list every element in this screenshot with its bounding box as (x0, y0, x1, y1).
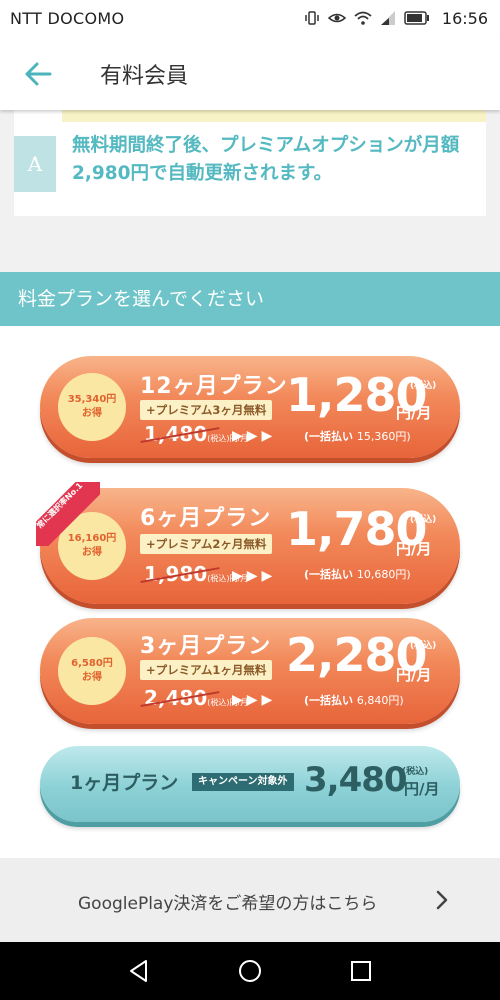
lump-label: (一括払い (304, 430, 354, 443)
recents-square-icon[interactable] (348, 958, 374, 984)
status-bar: NTT DOCOMO 16:56 (0, 0, 500, 36)
app-bar: 有料会員 (0, 36, 500, 110)
notice-card: A 無料期間終了後、プレミアムオプションが月額2,980円で自動更新されます。 (14, 110, 486, 216)
notice-strip (62, 110, 486, 122)
lump-sum: (一括払い 15,360円) (304, 428, 411, 444)
plan-bonus: +プレミアム3ヶ月無料 (140, 400, 273, 420)
plan-name: 12ヶ月プラン (140, 374, 288, 399)
battery-icon (404, 11, 429, 25)
lump-value: 15,360円) (356, 430, 411, 443)
lump-value: 6,840円) (356, 694, 404, 707)
plan-name: 6ヶ月プラン (140, 506, 272, 531)
badge-label: お得 (82, 672, 102, 683)
lump-label: (一括払い (304, 568, 354, 581)
plan-bonus: +プレミアム1ヶ月無料 (140, 660, 273, 680)
arrows-icon: ▶▶▶ (232, 568, 277, 584)
home-circle-icon[interactable] (237, 958, 263, 984)
price-unit: 円/月 (404, 780, 440, 798)
plan-name: 3ヶ月プラン (140, 634, 272, 659)
price-unit: 円/月 (396, 666, 432, 684)
price-unit: 円/月 (396, 540, 432, 558)
section-header: 料金プランを選んでください (0, 272, 500, 326)
campaign-excluded-tag: キャンペーン対象外 (192, 773, 294, 791)
status-icons: 16:56 (304, 9, 488, 28)
eye-icon (327, 13, 346, 23)
carrier-name: NTT DOCOMO (10, 8, 125, 28)
lump-sum: (一括払い 6,840円) (304, 692, 404, 708)
savings-badge: 35,340円 お得 (62, 377, 122, 437)
google-play-text: GooglePlay決済をご希望の方はこちら (78, 894, 378, 914)
arrows-icon: ▶▶▶ (232, 692, 277, 708)
popular-ribbon: 常に選択率No.1 (36, 482, 100, 546)
plan-bonus: +プレミアム2ヶ月無料 (140, 534, 273, 554)
tax-label: (税込) (410, 515, 437, 525)
back-triangle-icon[interactable] (126, 958, 152, 984)
arrows-icon: ▶▶▶ (232, 428, 277, 444)
notice-text: 無料期間終了後、プレミアムオプションが月額2,980円で自動更新されます。 (72, 135, 460, 184)
badge-amount: 6,580円 (71, 658, 113, 669)
vibrate-icon (305, 11, 319, 25)
plan-1-month-button[interactable]: 1ヶ月プラン キャンペーン対象外 3,480 (税込) 円/月 (40, 746, 460, 822)
plan-6-month-button[interactable]: 16,160円 お得 6ヶ月プラン +プレミアム2ヶ月無料 1,980(税込)円… (40, 488, 460, 604)
google-play-link[interactable]: GooglePlay決済をご希望の方はこちら (0, 858, 500, 942)
lump-sum: (一括払い 10,680円) (304, 566, 411, 582)
tax-label: (税込) (402, 767, 429, 777)
navigation-bar (0, 942, 500, 1000)
savings-badge: 6,580円 お得 (62, 641, 122, 701)
badge-label: お得 (82, 408, 102, 419)
back-arrow-icon[interactable] (20, 56, 56, 92)
lump-label: (一括払い (304, 694, 354, 707)
wifi-icon (354, 11, 372, 25)
tax-label: (税込) (410, 381, 437, 391)
plans-area: 35,340円 お得 12ヶ月プラン +プレミアム3ヶ月無料 1,480(税込)… (0, 326, 500, 858)
chevron-right-icon (436, 890, 448, 910)
price-unit: 円/月 (396, 404, 432, 422)
plan-3-month-button[interactable]: 6,580円 お得 3ヶ月プラン +プレミアム1ヶ月無料 2,480(税込)円/… (40, 618, 460, 724)
plan-12-month-button[interactable]: 35,340円 お得 12ヶ月プラン +プレミアム3ヶ月無料 1,480(税込)… (40, 356, 460, 458)
tax-label: (税込) (410, 641, 437, 651)
notice-letter-icon: A (14, 136, 56, 192)
price: 3,480 (304, 760, 408, 800)
badge-label: お得 (82, 547, 102, 558)
plan-name: 1ヶ月プラン (70, 772, 179, 794)
badge-amount: 35,340円 (67, 394, 117, 405)
signal-icon (380, 11, 395, 25)
ribbon-text: 常に選択率No.1 (36, 482, 100, 546)
lump-value: 10,680円) (356, 568, 411, 581)
page-title: 有料会員 (100, 64, 189, 89)
clock: 16:56 (441, 8, 488, 28)
